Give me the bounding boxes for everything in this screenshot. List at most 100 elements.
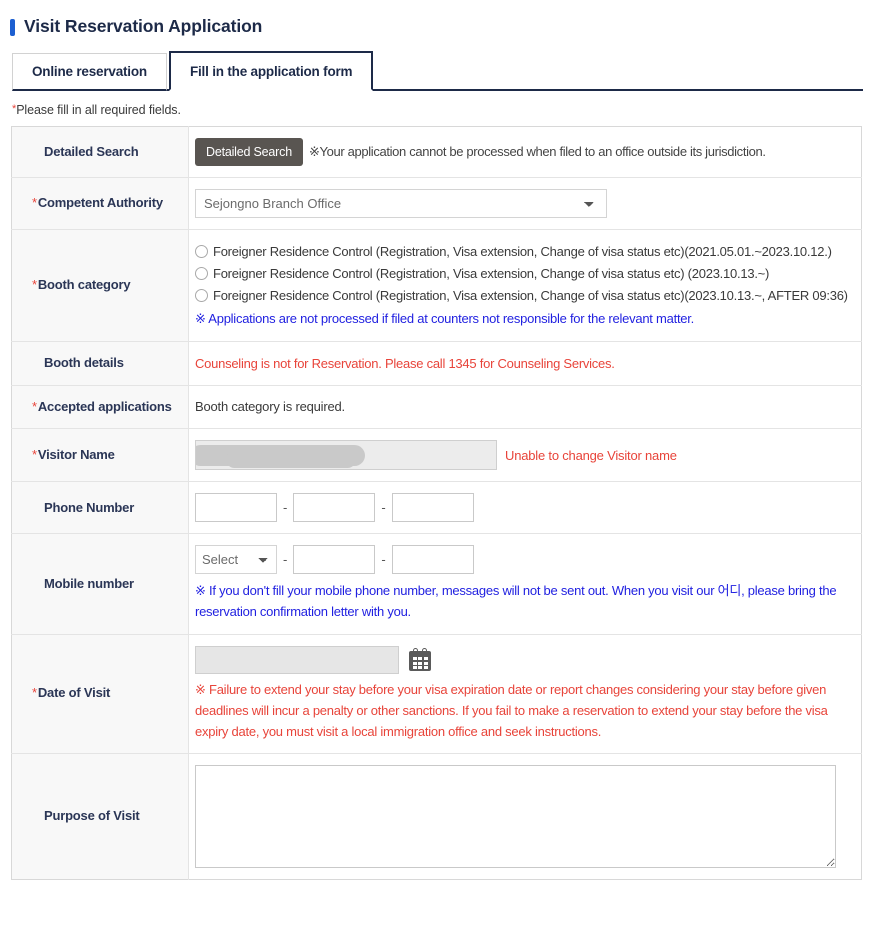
label-mobile-number: Mobile number — [11, 533, 189, 635]
cell-competent-authority: Sejongno Branch Office — [189, 178, 862, 230]
required-asterisk-icon: * — [32, 685, 37, 701]
mobile-separator: - — [283, 552, 288, 568]
phone-number-part2-input[interactable] — [293, 493, 376, 523]
phone-number-part3-input[interactable] — [391, 493, 474, 523]
phone-separator: - — [283, 500, 288, 516]
cell-date-of-visit: ※ Failure to extend your stay before you… — [189, 634, 862, 753]
calendar-cell — [412, 661, 417, 665]
calendar-icon[interactable] — [409, 648, 431, 672]
row-booth-category: *Booth category Foreigner Residence Cont… — [11, 229, 862, 342]
label-booth-category-text: Booth category — [37, 276, 131, 292]
page-header: Visit Reservation Application — [0, 0, 871, 40]
tab-online-reservation[interactable]: Online reservation — [12, 53, 167, 91]
cell-mobile-number: Select - - ※ If you don't fill your mobi… — [189, 534, 862, 634]
row-visitor-name: *Visitor Name Unable to change Visitor n… — [11, 428, 862, 482]
label-phone-number: Phone Number — [11, 481, 189, 534]
tab-bar: Online reservation Fill in the applicati… — [0, 49, 871, 91]
cell-purpose-of-visit — [189, 753, 862, 879]
detailed-search-note: ※Your application cannot be processed wh… — [308, 144, 766, 160]
calendar-cell — [423, 657, 428, 661]
required-asterisk-icon: * — [32, 447, 37, 462]
date-of-visit-note: ※ Failure to extend your stay before you… — [195, 681, 828, 739]
required-asterisk-icon: * — [32, 398, 37, 414]
cell-detailed-search: Detailed Search ※Your application cannot… — [189, 127, 862, 178]
radio-button-icon[interactable] — [195, 266, 208, 280]
calendar-cell — [423, 661, 428, 665]
redaction-overlay — [226, 451, 356, 469]
cell-phone-number: - - — [189, 482, 862, 534]
tab-online-reservation-label: Online reservation — [32, 64, 147, 79]
required-asterisk-icon: * — [32, 276, 37, 292]
booth-category-radio-group: Foreigner Residence Control (Registratio… — [195, 241, 851, 306]
calendar-cell — [418, 661, 423, 665]
label-visitor-name: *Visitor Name — [11, 428, 189, 482]
radio-button-icon[interactable] — [195, 245, 208, 258]
label-purpose-of-visit: Purpose of Visit — [11, 753, 189, 880]
label-detailed-search: Detailed Search — [11, 126, 189, 178]
calendar-grid — [412, 657, 428, 670]
purpose-of-visit-textarea[interactable] — [195, 764, 836, 868]
label-competent-authority-text: Competent Authority — [37, 195, 163, 211]
required-fields-note: *Please fill in all required fields. — [12, 103, 871, 117]
label-accepted-applications: *Accepted applications — [11, 385, 189, 429]
mobile-number-note: ※ If you don't fill your mobile phone nu… — [195, 583, 837, 620]
label-phone-number-text: Phone Number — [44, 499, 135, 515]
page-root: Visit Reservation Application Online res… — [0, 0, 871, 925]
booth-category-option-1-label: Foreigner Residence Control (Registratio… — [213, 244, 832, 259]
phone-separator: - — [381, 500, 386, 516]
application-form-table: Detailed Search Detailed Search ※Your ap… — [11, 126, 862, 880]
radio-button-icon[interactable] — [195, 288, 208, 302]
booth-category-option-3[interactable]: Foreigner Residence Control (Registratio… — [195, 285, 851, 307]
booth-details-note: Counseling is not for Reservation. Pleas… — [195, 355, 615, 371]
label-accepted-applications-text: Accepted applications — [37, 398, 172, 414]
label-date-of-visit: *Date of Visit — [11, 634, 189, 754]
mobile-number-prefix-select[interactable]: Select — [195, 545, 277, 575]
detailed-search-line: Detailed Search ※Your application cannot… — [195, 138, 851, 166]
mobile-number-part2-input[interactable] — [293, 545, 376, 575]
calendar-cell — [418, 666, 423, 670]
required-fields-note-text: Please fill in all required fields. — [16, 103, 181, 117]
row-competent-authority: *Competent Authority Sejongno Branch Off… — [11, 177, 862, 230]
cell-booth-category: Foreigner Residence Control (Registratio… — [189, 230, 862, 342]
calendar-cell — [412, 657, 417, 661]
label-competent-authority: *Competent Authority — [11, 177, 189, 230]
mobile-number-part3-input[interactable] — [391, 545, 474, 575]
date-of-visit-row — [195, 645, 851, 674]
phone-number-part1-input[interactable] — [195, 493, 277, 523]
calendar-cell — [412, 666, 417, 670]
calendar-cell — [418, 657, 423, 661]
required-asterisk-icon: * — [32, 195, 37, 211]
row-detailed-search: Detailed Search Detailed Search ※Your ap… — [11, 126, 862, 178]
visitor-name-input — [195, 440, 497, 471]
visitor-name-row: Unable to change Visitor name — [195, 440, 851, 471]
detailed-search-button[interactable]: Detailed Search — [195, 138, 303, 166]
tab-fill-in-the-application-form[interactable]: Fill in the application form — [168, 51, 374, 91]
row-accepted-applications: *Accepted applications Booth category is… — [11, 385, 862, 429]
booth-category-option-3-label: Foreigner Residence Control (Registratio… — [213, 287, 848, 303]
cell-visitor-name: Unable to change Visitor name — [189, 429, 862, 482]
label-detailed-search-text: Detailed Search — [44, 143, 139, 159]
label-date-of-visit-text: Date of Visit — [37, 685, 111, 701]
row-booth-details: Booth details Counseling is not for Rese… — [11, 341, 862, 386]
row-phone-number: Phone Number - - — [11, 481, 862, 534]
date-of-visit-input[interactable] — [195, 645, 399, 674]
label-mobile-number-text: Mobile number — [44, 575, 134, 591]
row-date-of-visit: *Date of Visit ※ Failure to extend your … — [11, 634, 862, 754]
label-booth-details: Booth details — [11, 341, 189, 386]
mobile-number-row: Select - - — [195, 545, 851, 575]
competent-authority-select[interactable]: Sejongno Branch Office — [195, 189, 607, 218]
booth-category-option-2-label: Foreigner Residence Control (Registratio… — [213, 265, 770, 281]
row-mobile-number: Mobile number Select - - ※ If you don't … — [11, 533, 862, 635]
label-purpose-of-visit-text: Purpose of Visit — [44, 807, 140, 823]
calendar-cell — [423, 666, 428, 670]
booth-category-note: ※ Applications are not processed if file… — [195, 311, 695, 327]
booth-category-option-2[interactable]: Foreigner Residence Control (Registratio… — [195, 263, 851, 285]
accepted-applications-value: Booth category is required. — [195, 399, 345, 415]
page-title: Visit Reservation Application — [24, 16, 263, 37]
booth-category-option-1[interactable]: Foreigner Residence Control (Registratio… — [195, 241, 851, 263]
phone-number-row: - - — [195, 493, 851, 523]
label-booth-details-text: Booth details — [44, 354, 124, 370]
label-booth-category: *Booth category — [11, 229, 189, 342]
visitor-name-note: Unable to change Visitor name — [505, 447, 677, 463]
label-visitor-name-text: Visitor Name — [37, 447, 115, 462]
